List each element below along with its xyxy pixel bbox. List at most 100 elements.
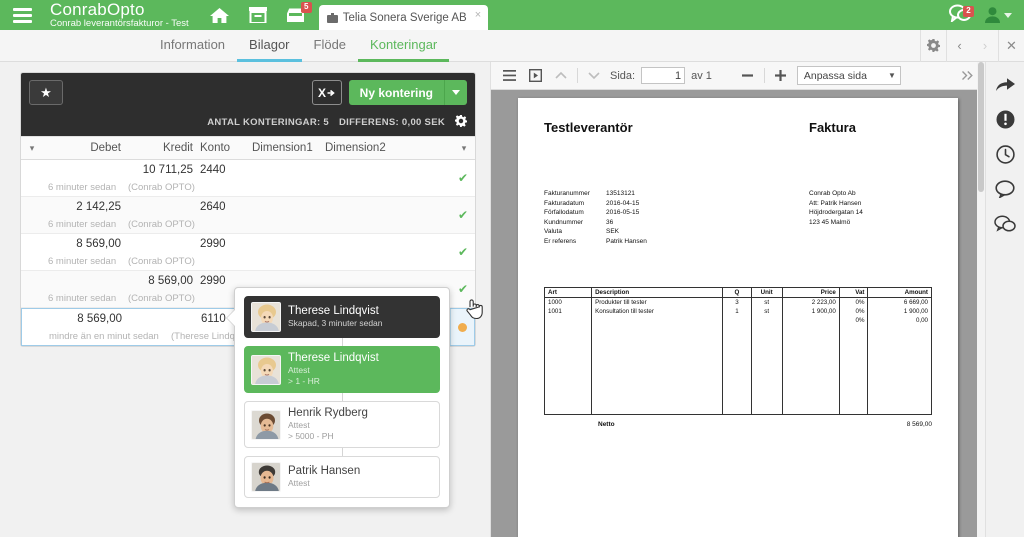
info-exclamation-icon[interactable] xyxy=(993,107,1017,131)
column-header-debet[interactable]: Debet xyxy=(43,142,121,154)
prev-arrow-icon[interactable]: ‹ xyxy=(946,29,972,62)
th-art: Art xyxy=(543,286,593,298)
invoice-supplier: Testleverantör xyxy=(544,120,633,135)
row-expand-all-icon[interactable]: ▾ xyxy=(21,143,43,154)
td-art xyxy=(543,315,593,325)
column-options-icon[interactable]: ▾ xyxy=(453,143,475,154)
minus-icon[interactable] xyxy=(738,66,758,86)
cell-user: (Conrab OPTO) xyxy=(128,182,195,193)
tab-list: Information Bilagor Flöde Konteringar xyxy=(148,30,450,62)
meta-value: 36 xyxy=(606,218,614,226)
cell-timestamp: mindre än en minut sedan xyxy=(49,331,159,342)
hamburger-icon[interactable] xyxy=(0,0,44,30)
cell-user: (Conrab OPTO) xyxy=(128,293,195,304)
cell-debet: 2 142,25 xyxy=(76,200,121,213)
orange-status-dot xyxy=(458,322,467,332)
meta-value: Patrik Hansen xyxy=(606,237,647,245)
tab-konteringar[interactable]: Konteringar xyxy=(358,30,450,62)
table-row[interactable]: 10 711,25 2440 6 minuter sedan (Conrab O… xyxy=(21,160,475,197)
avatar xyxy=(251,409,281,440)
home-icon[interactable] xyxy=(201,0,239,30)
top-bar-right: 2 xyxy=(943,0,1024,30)
chevron-down-icon[interactable] xyxy=(1004,12,1012,18)
page-label: Sida: xyxy=(610,69,636,82)
gear-icon[interactable] xyxy=(455,115,467,130)
table-row[interactable]: 2 142,25 2640 6 minuter sedan (Conrab OP… xyxy=(21,197,475,234)
column-header-dimension2[interactable]: Dimension2 xyxy=(325,142,411,154)
document-tab[interactable]: Telia Sonera Sverige AB × xyxy=(318,5,489,30)
user-menu[interactable] xyxy=(981,7,1016,23)
invoice-line-items-table: Art Description Q Unit Price Vat Amount … xyxy=(543,286,932,416)
pdf-scrollbar[interactable] xyxy=(977,62,985,537)
brand: ConrabOpto Conrab leverantörsfakturor - … xyxy=(44,0,189,30)
invoice-meta: Fakturanummer 13513121 Fakturadatum 2016-0… xyxy=(544,189,809,247)
next-arrow-icon[interactable]: › xyxy=(972,30,998,62)
pdf-toolbar: Sida: av 1 Anpassa sida ▼ xyxy=(491,62,985,90)
star-icon[interactable]: ★ xyxy=(29,80,63,105)
cell-konto: 2440 xyxy=(200,163,226,176)
flow-card-text: Patrik Hansen Attest xyxy=(288,465,360,489)
td-description xyxy=(591,315,724,325)
cell-kredit: 10 711,25 xyxy=(142,163,193,176)
chat-badge: 2 xyxy=(963,5,974,17)
cell-user: (Conrab OPTO) xyxy=(128,219,195,230)
td-vat: 0% xyxy=(838,315,869,325)
table-row[interactable]: 8 569,00 2990 6 minuter sedan (Conrab OP… xyxy=(21,234,475,271)
tab-flode[interactable]: Flöde xyxy=(302,30,359,62)
flow-card-attest-last[interactable]: Patrik Hansen Attest xyxy=(244,456,440,498)
user-icon xyxy=(985,7,1000,23)
cell-timestamp: 6 minuter sedan xyxy=(48,182,117,193)
meta-value: 2016-04-15 xyxy=(606,199,640,207)
th-vat: Vat xyxy=(838,286,869,298)
archive-icon[interactable] xyxy=(239,0,277,30)
row-status-badge: ✔ xyxy=(457,282,469,296)
flow-card-created[interactable]: Therese Lindqvist Skapad, 3 minuter seda… xyxy=(244,296,440,338)
tab-information[interactable]: Information xyxy=(148,30,237,62)
new-kontering-button[interactable]: Ny kontering xyxy=(348,80,445,105)
new-kontering-dropdown-icon[interactable] xyxy=(445,80,467,105)
flow-card-line1: Attest xyxy=(288,365,310,375)
window-buttons: ‹ › ✕ xyxy=(920,29,1024,62)
page-input[interactable] xyxy=(641,67,686,84)
invoice-address: Conrab Opto Ab Att: Patrik Hansen Höjdro… xyxy=(809,189,863,247)
chevron-down-icon[interactable] xyxy=(584,66,604,86)
meta-key: Kundnummer xyxy=(544,218,584,226)
comments-icon[interactable] xyxy=(993,212,1017,236)
double-chevron-right-icon[interactable] xyxy=(957,66,977,86)
meta-key: Valuta xyxy=(544,228,562,236)
divider xyxy=(763,68,765,83)
row-flow-status-dot[interactable] xyxy=(450,309,474,345)
row-status-badge: ✔ xyxy=(457,208,469,222)
flow-card-attest-next[interactable]: Henrik Rydberg Attest > 5000 - PH xyxy=(244,401,440,448)
invoice-table-header-row: Art Description Q Unit Price Vat Amount xyxy=(543,286,932,298)
tab-bilagor[interactable]: Bilagor xyxy=(237,30,302,62)
zoom-select[interactable]: Anpassa sida ▼ xyxy=(796,66,901,85)
row-status-badge: ✔ xyxy=(457,171,469,185)
address-line: Höjdrodergatan 14 xyxy=(809,209,863,217)
clock-icon[interactable] xyxy=(993,142,1017,166)
td-q xyxy=(722,315,752,325)
forward-arrow-icon[interactable] xyxy=(993,72,1017,96)
menu-icon[interactable] xyxy=(499,66,519,86)
flow-card-attest-current[interactable]: Therese Lindqvist Attest > 1 - HR xyxy=(244,346,440,393)
inbox-icon[interactable]: 5 xyxy=(277,0,315,30)
settings-gear-icon[interactable] xyxy=(920,29,946,62)
comment-icon[interactable] xyxy=(993,177,1017,201)
chevron-up-icon[interactable] xyxy=(551,66,571,86)
flow-card-name: Patrik Hansen xyxy=(288,465,361,477)
column-header-kredit[interactable]: Kredit xyxy=(121,142,193,154)
td-description: Produkter till tester xyxy=(591,296,724,307)
column-header-dimension1[interactable]: Dimension1 xyxy=(249,142,325,154)
cell-konto: 2990 xyxy=(200,274,226,287)
cell-kredit: 8 569,00 xyxy=(148,274,193,287)
invoice-totals: Netto 8 569,00 xyxy=(544,421,932,428)
close-icon[interactable]: ✕ xyxy=(998,29,1024,62)
chat-icon[interactable]: 2 xyxy=(943,4,977,27)
export-excel-button[interactable]: X xyxy=(311,80,342,105)
presentation-icon[interactable] xyxy=(525,66,545,86)
column-header-konto[interactable]: Konto xyxy=(193,142,249,154)
plus-icon[interactable] xyxy=(771,66,791,86)
pdf-canvas-area[interactable]: Testleverantör Faktura Fakturanummer 1351… xyxy=(491,90,985,537)
document-tab-close-icon[interactable]: × xyxy=(475,9,481,21)
brand-subtitle: Conrab leverantörsfakturor - Test xyxy=(50,18,189,29)
